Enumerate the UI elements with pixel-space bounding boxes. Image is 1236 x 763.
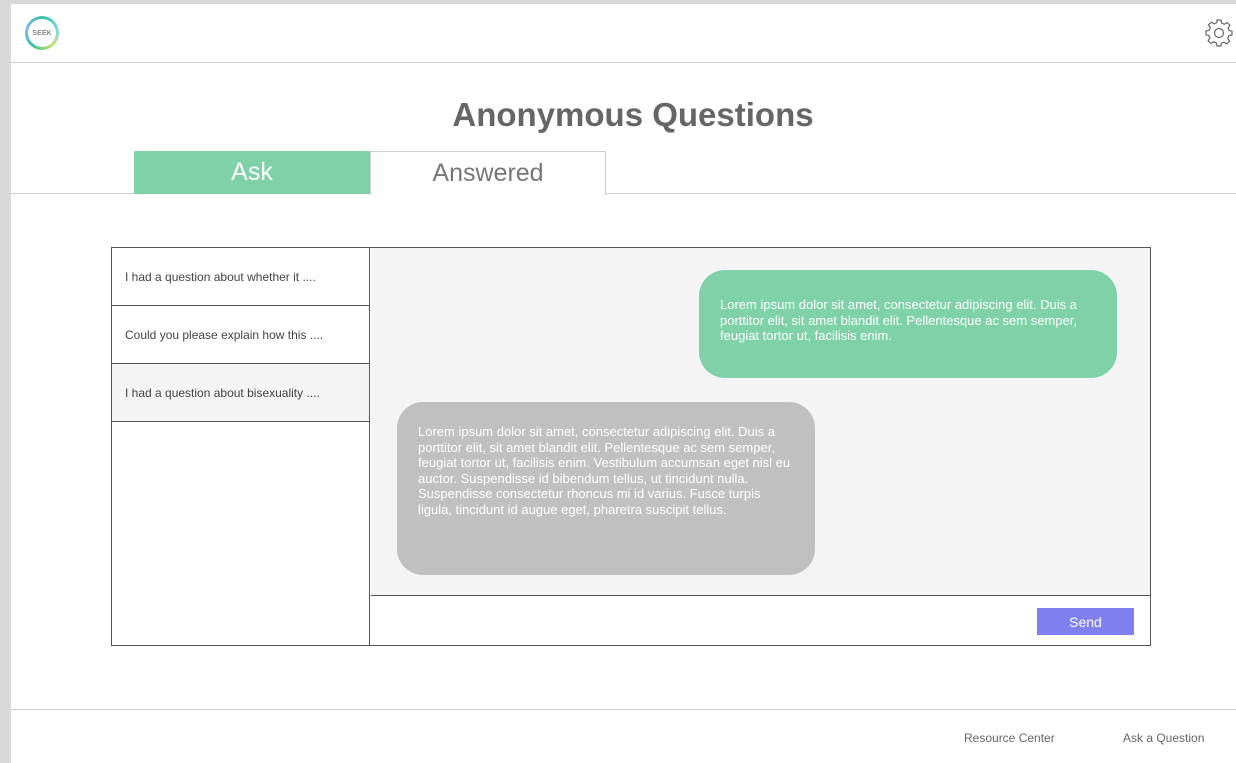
footer-link-resource-center[interactable]: Resource Center [964, 731, 1055, 745]
question-list: I had a question about whether it .... C… [112, 248, 370, 645]
logo-text: SEEK [28, 19, 56, 47]
tab-answered[interactable]: Answered [370, 151, 606, 195]
app-header: SEEK [11, 4, 1236, 63]
questions-panel: I had a question about whether it .... C… [111, 247, 1151, 646]
message-input[interactable] [371, 597, 1021, 645]
seek-logo[interactable]: SEEK [25, 16, 59, 50]
compose-area: Send [371, 597, 1150, 645]
tab-ask[interactable]: Ask [134, 151, 370, 194]
received-message-bubble: Lorem ipsum dolor sit amet, consectetur … [397, 402, 815, 575]
send-button[interactable]: Send [1037, 608, 1134, 635]
gear-icon[interactable] [1204, 18, 1234, 48]
question-list-item[interactable]: I had a question about whether it .... [112, 248, 369, 306]
page-title: Anonymous Questions [452, 96, 814, 133]
footer-divider [11, 709, 1236, 710]
question-list-item[interactable]: Could you please explain how this .... [112, 306, 369, 364]
sent-message-bubble: Lorem ipsum dolor sit amet, consectetur … [699, 270, 1117, 378]
footer-link-ask-question[interactable]: Ask a Question [1123, 731, 1204, 745]
question-list-item-selected[interactable]: I had a question about bisexuality .... [112, 364, 369, 422]
chat-thread: Lorem ipsum dolor sit amet, consectetur … [371, 248, 1150, 596]
